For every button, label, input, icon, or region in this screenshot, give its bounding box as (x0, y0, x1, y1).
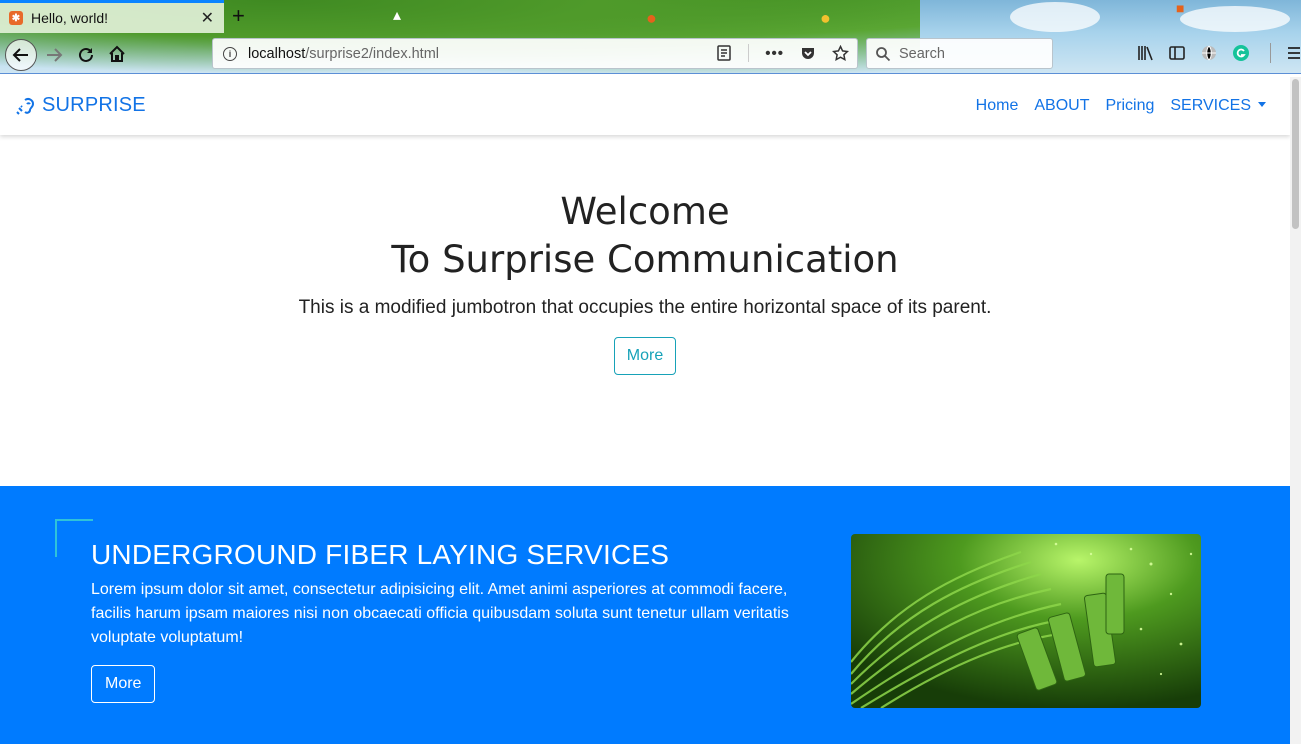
browser-tab-active[interactable]: ✱ Hello, world! ✕ (0, 0, 224, 33)
theme-rabbit-icon: ▴ (393, 7, 402, 24)
search-box[interactable]: Search (866, 38, 1053, 69)
forward-button[interactable] (40, 41, 68, 69)
reload-button[interactable] (72, 41, 100, 69)
assistive-listening-logo-icon (16, 97, 35, 115)
browser-toolbar: i localhost/surprise2/index.html ••• Sea… (0, 35, 1301, 72)
dropdown-caret-icon (1258, 102, 1266, 107)
theme-bird-icon: ● (820, 8, 831, 28)
search-icon (876, 46, 891, 61)
site-navbar: SURPRISE Home ABOUT Pricing SERVICES (0, 77, 1290, 135)
jumbotron-heading-line1: Welcome (560, 190, 730, 233)
theme-squirrel-icon: ● (646, 8, 657, 28)
toolbar-divider (1270, 43, 1271, 63)
brand-link[interactable]: SURPRISE (16, 94, 146, 117)
service-description: Lorem ipsum dolor sit amet, consectetur … (91, 581, 789, 646)
bookmark-star-icon[interactable] (832, 44, 849, 62)
sidebar-toggle-icon[interactable] (1168, 44, 1186, 62)
page-scrollbar[interactable] (1290, 77, 1301, 744)
site-info-icon[interactable]: i (223, 46, 237, 61)
nav-services[interactable]: SERVICES (1170, 97, 1251, 114)
xampp-favicon-icon: ✱ (9, 11, 23, 25)
fiber-optic-cables-picture (851, 534, 1201, 708)
new-tab-button[interactable]: + (232, 4, 245, 28)
corner-accent (55, 519, 57, 557)
nav-links: Home ABOUT Pricing SERVICES (976, 97, 1266, 115)
url-host: localhost (248, 45, 306, 62)
browser-right-tools (1136, 43, 1301, 63)
browser-chrome: ✱ Hello, world! ✕ + ▴ ● ● ■ i localhost /… (0, 0, 1301, 74)
service-section: UNDERGROUND FIBER LAYING SERVICES Lorem … (0, 486, 1290, 744)
hamburger-menu-icon[interactable] (1285, 44, 1301, 62)
home-icon (109, 45, 125, 62)
url-path: /surprise2/index.html (305, 45, 440, 62)
page-viewport: SURPRISE Home ABOUT Pricing SERVICES Wel… (0, 77, 1290, 744)
back-arrow-icon (12, 48, 28, 62)
nav-services-dropdown[interactable]: SERVICES (1170, 97, 1266, 115)
search-placeholder: Search (899, 45, 945, 62)
forward-arrow-icon (47, 48, 63, 62)
grammarly-icon[interactable] (1232, 44, 1250, 62)
nav-home[interactable]: Home (976, 97, 1019, 115)
reader-view-icon[interactable] (716, 45, 732, 61)
url-bar[interactable]: i localhost/surprise2/index.html ••• (212, 38, 858, 69)
home-button[interactable] (103, 40, 131, 68)
brand-name: SURPRISE (42, 94, 146, 116)
tab-close-icon[interactable]: ✕ (201, 8, 214, 28)
toolbar-accent-line (0, 73, 1301, 74)
fiber-optic-image (851, 534, 1201, 708)
theme-cloud (1180, 6, 1290, 32)
jumbotron-heading-line2: To Surprise Communication (391, 238, 899, 281)
back-button[interactable] (5, 39, 37, 71)
jumbotron-lead: This is a modified jumbotron that occupi… (298, 297, 992, 318)
page-actions-icon[interactable]: ••• (765, 45, 784, 62)
nav-about[interactable]: ABOUT (1034, 97, 1089, 115)
library-icon[interactable] (1136, 44, 1154, 62)
service-more-button[interactable]: More (91, 665, 156, 703)
jumbotron: Welcome To Surprise Communication This i… (0, 135, 1290, 486)
theme-fox-icon: ■ (1176, 0, 1185, 16)
tab-title: Hello, world! (31, 10, 109, 26)
corner-accent (55, 519, 93, 521)
extension-globe-icon[interactable] (1200, 44, 1218, 62)
jumbotron-more-button[interactable]: More (613, 337, 677, 375)
url-divider (748, 44, 750, 62)
pocket-icon[interactable] (800, 45, 816, 61)
theme-cloud (1010, 2, 1100, 32)
nav-pricing[interactable]: Pricing (1105, 97, 1154, 115)
service-title: UNDERGROUND FIBER LAYING SERVICES (91, 539, 670, 570)
url-bar-actions: ••• (716, 44, 849, 62)
reload-icon (79, 47, 93, 62)
scrollbar-thumb[interactable] (1292, 79, 1299, 229)
